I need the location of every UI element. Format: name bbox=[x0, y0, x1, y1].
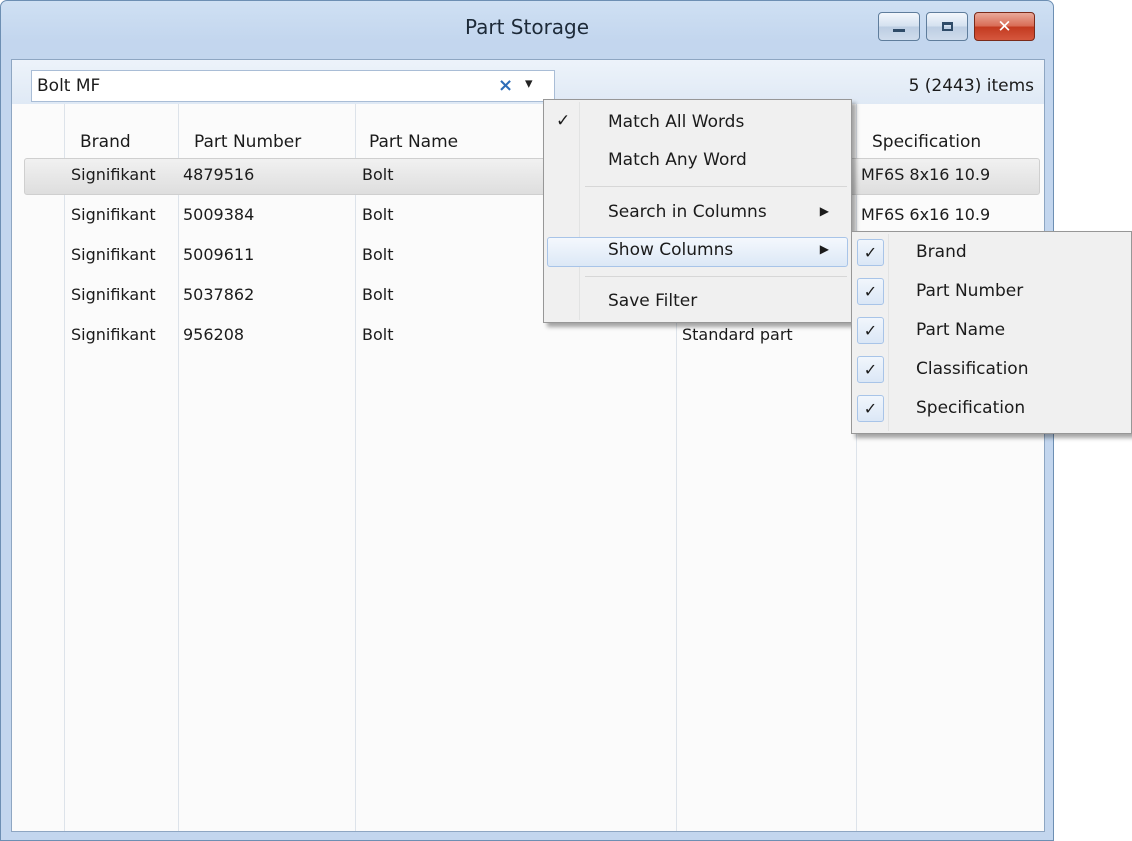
main-content: Bolt MF × ▾ 5 (2443) items Brand Part Nu… bbox=[11, 59, 1045, 832]
submenu-item-part-name[interactable]: ✓ Part Name bbox=[852, 310, 1131, 348]
submenu-item-label: Specification bbox=[916, 398, 1026, 418]
menu-item-label: Search in Columns bbox=[608, 202, 767, 222]
checkmark-icon: ✓ bbox=[857, 395, 884, 422]
cell-part-name[interactable]: Bolt bbox=[362, 325, 393, 344]
menu-item-label: Match All Words bbox=[608, 112, 745, 132]
cell-part-number[interactable]: 5009611 bbox=[183, 245, 254, 264]
search-options-dropdown-icon[interactable]: ▾ bbox=[525, 74, 533, 92]
search-input[interactable]: Bolt MF × ▾ bbox=[31, 70, 555, 102]
search-toolbar: Bolt MF × ▾ 5 (2443) items bbox=[12, 60, 1044, 104]
column-header-part-number[interactable]: Part Number bbox=[194, 132, 301, 152]
cell-specification[interactable]: MF6S 6x16 10.9 bbox=[861, 205, 990, 224]
menu-item-save-filter[interactable]: Save Filter bbox=[544, 287, 851, 317]
cell-part-number[interactable]: 5037862 bbox=[183, 285, 254, 304]
clear-search-icon[interactable]: × bbox=[498, 75, 513, 96]
cell-part-number[interactable]: 4879516 bbox=[183, 165, 254, 184]
column-divider[interactable] bbox=[64, 104, 65, 831]
cell-part-name[interactable]: Bolt bbox=[362, 165, 393, 184]
cell-brand[interactable]: Signifikant bbox=[71, 325, 156, 344]
checkmark-icon: ✓ bbox=[556, 111, 571, 131]
menu-item-match-all-words[interactable]: ✓ Match All Words bbox=[544, 108, 851, 138]
menu-item-search-in-columns[interactable]: Search in Columns ▶ bbox=[544, 198, 851, 228]
submenu-arrow-icon: ▶ bbox=[819, 204, 829, 218]
search-input-value[interactable]: Bolt MF bbox=[37, 76, 100, 96]
submenu-item-part-number[interactable]: ✓ Part Number bbox=[852, 271, 1131, 309]
minimize-icon bbox=[893, 29, 905, 32]
close-icon: ✕ bbox=[997, 16, 1012, 37]
item-count: 5 (2443) items bbox=[908, 76, 1034, 96]
cell-specification[interactable]: MF6S 8x16 10.9 bbox=[861, 165, 990, 184]
checkmark-icon: ✓ bbox=[857, 278, 884, 305]
column-header-brand[interactable]: Brand bbox=[80, 132, 131, 152]
cell-part-name[interactable]: Bolt bbox=[362, 245, 393, 264]
submenu-item-label: Part Name bbox=[916, 320, 1006, 340]
column-divider[interactable] bbox=[178, 104, 179, 831]
maximize-icon bbox=[941, 22, 953, 31]
menu-item-label: Match Any Word bbox=[608, 150, 747, 170]
cell-brand[interactable]: Signifikant bbox=[71, 205, 156, 224]
submenu-item-label: Brand bbox=[916, 242, 967, 262]
search-options-menu: ✓ Match All Words Match Any Word Search … bbox=[543, 99, 852, 323]
column-divider[interactable] bbox=[355, 104, 356, 831]
submenu-item-label: Part Number bbox=[916, 281, 1024, 301]
minimize-button[interactable] bbox=[878, 12, 920, 41]
submenu-item-specification[interactable]: ✓ Specification bbox=[852, 388, 1131, 426]
submenu-arrow-icon: ▶ bbox=[819, 242, 829, 256]
cell-part-number[interactable]: 5009384 bbox=[183, 205, 254, 224]
cell-classification[interactable]: Standard part bbox=[682, 325, 793, 344]
column-divider[interactable] bbox=[856, 104, 857, 831]
title-bar[interactable]: Part Storage ✕ bbox=[1, 1, 1053, 53]
cell-part-name[interactable]: Bolt bbox=[362, 285, 393, 304]
menu-item-match-any-word[interactable]: Match Any Word bbox=[544, 146, 851, 176]
cell-brand[interactable]: Signifikant bbox=[71, 285, 156, 304]
cell-part-number[interactable]: 956208 bbox=[183, 325, 244, 344]
menu-item-label: Show Columns bbox=[608, 240, 734, 260]
column-header-part-name[interactable]: Part Name bbox=[369, 132, 458, 152]
menu-separator bbox=[585, 186, 847, 187]
cell-part-name[interactable]: Bolt bbox=[362, 205, 393, 224]
column-header-specification[interactable]: Specification bbox=[872, 132, 981, 152]
checkmark-icon: ✓ bbox=[857, 356, 884, 383]
close-button[interactable]: ✕ bbox=[974, 12, 1035, 41]
maximize-button[interactable] bbox=[926, 12, 968, 41]
cell-brand[interactable]: Signifikant bbox=[71, 245, 156, 264]
submenu-item-label: Classification bbox=[916, 359, 1029, 379]
menu-item-label: Save Filter bbox=[608, 291, 698, 311]
checkmark-icon: ✓ bbox=[857, 317, 884, 344]
menu-item-show-columns[interactable]: Show Columns ▶ bbox=[544, 237, 851, 267]
submenu-item-brand[interactable]: ✓ Brand bbox=[852, 232, 1131, 270]
menu-separator bbox=[585, 276, 847, 277]
show-columns-submenu: ✓ Brand ✓ Part Number ✓ Part Name ✓ Clas… bbox=[851, 231, 1132, 434]
checkmark-icon: ✓ bbox=[857, 239, 884, 266]
cell-brand[interactable]: Signifikant bbox=[71, 165, 156, 184]
submenu-item-classification[interactable]: ✓ Classification bbox=[852, 349, 1131, 387]
